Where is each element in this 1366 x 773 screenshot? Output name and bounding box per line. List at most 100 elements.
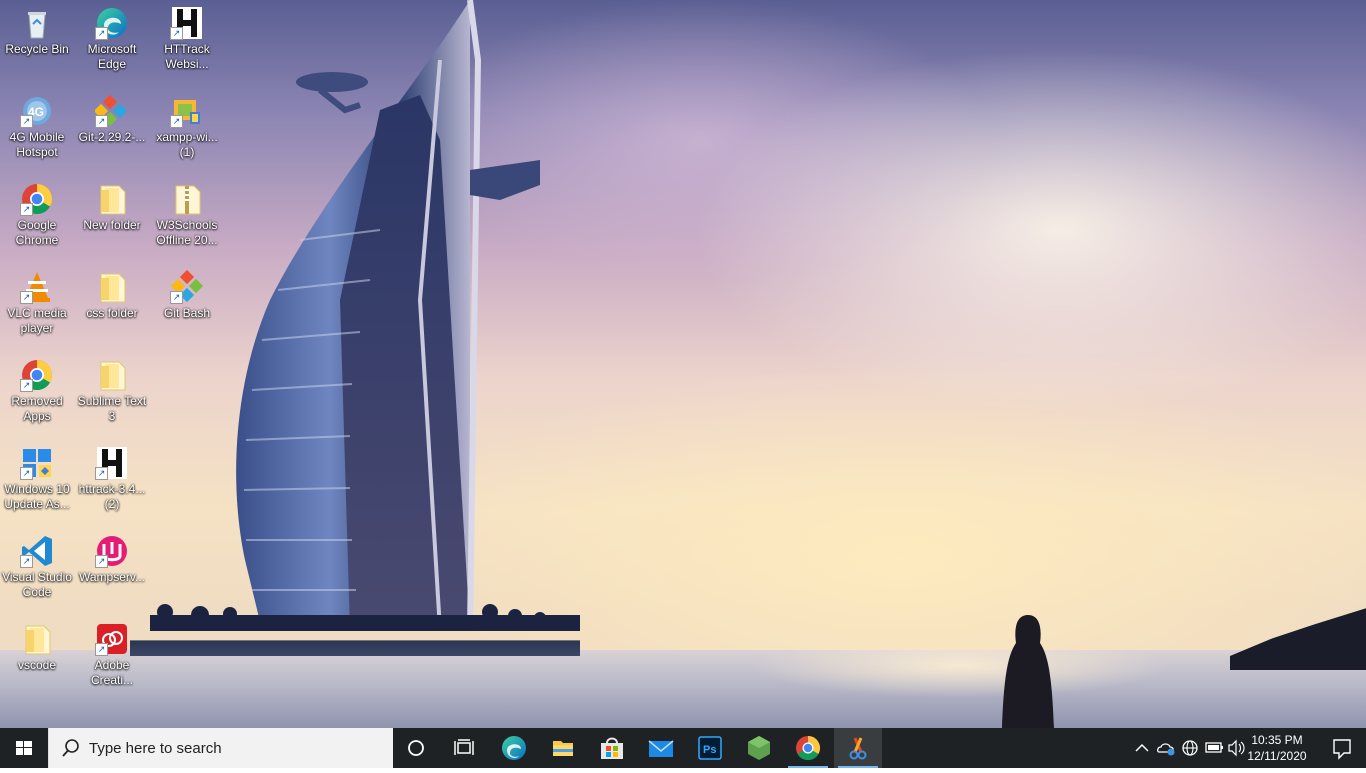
file-explorer-icon bbox=[553, 741, 573, 756]
shortcut-arrow-icon: ↗ bbox=[20, 467, 33, 480]
desktop-icon-wampserv[interactable]: ↗ Wampserv... bbox=[74, 528, 150, 614]
cortana-icon bbox=[408, 740, 424, 756]
store-icon bbox=[601, 737, 623, 759]
desktop-icon-google-chrome[interactable]: ↗ Google Chrome bbox=[0, 176, 75, 262]
chrome-icon: ↗ bbox=[20, 358, 54, 392]
wallpaper-person bbox=[1002, 615, 1054, 728]
vlc-icon: ↗ bbox=[20, 270, 54, 304]
desktop-icon-vscode[interactable]: vscode bbox=[0, 616, 75, 702]
recycle-bin-icon bbox=[20, 6, 54, 40]
taskbar-photoshop[interactable]: Ps bbox=[686, 728, 734, 768]
desktop-icon-label: httrack-3.4... (2) bbox=[78, 482, 146, 511]
shortcut-arrow-icon: ↗ bbox=[170, 27, 183, 40]
desktop-icon-css-folder[interactable]: css folder bbox=[74, 264, 150, 350]
chrome-icon: ↗ bbox=[20, 182, 54, 216]
taskbar: Type here to search Ps 10:35 PM 12/11/20… bbox=[0, 728, 1366, 768]
start-button[interactable] bbox=[0, 728, 48, 768]
httrack-icon: ↗ bbox=[95, 446, 129, 480]
desktop-icon-windows-10-update-as[interactable]: ↗ Windows 10 Update As... bbox=[0, 440, 75, 526]
chrome-icon bbox=[796, 736, 821, 761]
taskbar-clock[interactable]: 10:35 PM 12/11/2020 bbox=[1242, 732, 1312, 764]
shortcut-arrow-icon: ↗ bbox=[20, 115, 33, 128]
folder-icon bbox=[95, 358, 129, 392]
folder-icon bbox=[95, 182, 129, 216]
desktop-icon-label: Wampserv... bbox=[78, 570, 145, 584]
svg-text:Ps: Ps bbox=[703, 744, 716, 756]
desktop-icon-vlc-media-player[interactable]: ↗ VLC media player bbox=[0, 264, 75, 350]
desktop-icon-microsoft-edge[interactable]: ↗ Microsoft Edge bbox=[74, 0, 150, 86]
adobe-cc-icon: ↗ bbox=[95, 622, 129, 656]
snipping-tool-icon bbox=[849, 737, 867, 760]
taskbar-file-explorer[interactable] bbox=[539, 728, 587, 768]
taskbar-mail[interactable] bbox=[637, 728, 685, 768]
folder-icon bbox=[20, 622, 54, 656]
taskbar-node[interactable] bbox=[735, 728, 783, 768]
desktop-icon-label: Adobe Creati... bbox=[90, 658, 133, 687]
desktop-icon-git-bash[interactable]: ↗ Git Bash bbox=[149, 264, 225, 350]
desktop-icon-httrack-3-4-2[interactable]: ↗ httrack-3.4... (2) bbox=[74, 440, 150, 526]
desktop-icon-git-2-29-2[interactable]: ↗ Git-2.29.2-... bbox=[74, 88, 150, 174]
shortcut-arrow-icon: ↗ bbox=[20, 291, 33, 304]
desktop-icon-removed-apps[interactable]: ↗ Removed Apps bbox=[0, 352, 75, 438]
desktop-icon-xampp-wi-1[interactable]: ↗ xampp-wi... (1) bbox=[149, 88, 225, 174]
desktop-icon-label: Removed Apps bbox=[11, 394, 63, 423]
vscode-icon: ↗ bbox=[20, 534, 54, 568]
desktop-icon-recycle-bin[interactable]: Recycle Bin bbox=[0, 0, 75, 86]
taskbar-search-box[interactable]: Type here to search bbox=[48, 728, 393, 768]
shortcut-arrow-icon: ↗ bbox=[95, 467, 108, 480]
desktop-icon-label: vscode bbox=[17, 658, 57, 672]
windows-update-icon: ↗ bbox=[20, 446, 54, 480]
zip-folder-icon bbox=[170, 182, 204, 216]
httrack-icon: ↗ bbox=[170, 6, 204, 40]
tray-battery[interactable] bbox=[1202, 728, 1226, 768]
taskbar-chrome[interactable] bbox=[784, 728, 832, 768]
folder-icon bbox=[95, 270, 129, 304]
shortcut-arrow-icon: ↗ bbox=[95, 555, 108, 568]
shortcut-arrow-icon: ↗ bbox=[170, 115, 183, 128]
desktop-icon-adobe-creati[interactable]: ↗ Adobe Creati... bbox=[74, 616, 150, 702]
show-hidden-icons-button[interactable] bbox=[1130, 728, 1154, 768]
desktop-icon-new-folder[interactable]: New folder bbox=[74, 176, 150, 262]
chevron-up-icon bbox=[1135, 743, 1149, 752]
git-installer-icon: ↗ bbox=[93, 94, 129, 128]
shortcut-arrow-icon: ↗ bbox=[170, 291, 183, 304]
desktop-icon-label: W3Schools Offline 20... bbox=[156, 218, 218, 247]
desktop-icon-label: Google Chrome bbox=[15, 218, 59, 247]
clock-date: 12/11/2020 bbox=[1247, 749, 1307, 763]
taskbar-snipping-tool[interactable] bbox=[834, 728, 882, 768]
taskbar-microsoft-store[interactable] bbox=[588, 728, 636, 768]
desktop-icon-label: Git Bash bbox=[163, 306, 211, 320]
node-icon bbox=[748, 736, 770, 760]
desktop-icon-4g-mobile-hotspot[interactable]: 4G ↗ 4G Mobile Hotspot bbox=[0, 88, 75, 174]
windows-logo-icon bbox=[16, 741, 32, 755]
cloud-sync-icon bbox=[1157, 743, 1175, 756]
desktop-icon-httrack-websi[interactable]: ↗ HTTrack Websi... bbox=[149, 0, 225, 86]
photoshop-icon: Ps bbox=[698, 736, 722, 760]
edge-icon bbox=[502, 736, 526, 760]
cortana-button[interactable] bbox=[392, 728, 440, 768]
shortcut-arrow-icon: ↗ bbox=[95, 27, 108, 40]
task-view-button[interactable] bbox=[440, 728, 488, 768]
wallpaper-sea-glow bbox=[700, 650, 1220, 728]
tray-network[interactable] bbox=[1178, 728, 1202, 768]
shortcut-arrow-icon: ↗ bbox=[20, 203, 33, 216]
xampp-installer-icon: ↗ bbox=[170, 94, 204, 128]
desktop-icon-label: xampp-wi... (1) bbox=[156, 130, 218, 159]
globe-icon bbox=[1182, 740, 1198, 756]
desktop-icon-w3schools-offline-20[interactable]: W3Schools Offline 20... bbox=[149, 176, 225, 262]
desktop-icon-sublime-text-3[interactable]: Sublime Text 3 bbox=[74, 352, 150, 438]
desktop-icon-visual-studio-code[interactable]: ↗ Visual Studio Code bbox=[0, 528, 75, 614]
desktop-icon-label: New folder bbox=[83, 218, 141, 232]
shortcut-arrow-icon: ↗ bbox=[20, 379, 33, 392]
desktop-icon-label: Windows 10 Update As... bbox=[4, 482, 70, 511]
shortcut-arrow-icon: ↗ bbox=[20, 555, 33, 568]
wampserver-icon: ↗ bbox=[95, 534, 129, 568]
action-center-button[interactable] bbox=[1318, 728, 1366, 768]
desktop-icon-label: Sublime Text 3 bbox=[77, 394, 147, 423]
shortcut-arrow-icon: ↗ bbox=[95, 643, 108, 656]
tray-onedrive[interactable] bbox=[1154, 728, 1178, 768]
taskbar-edge[interactable] bbox=[490, 728, 538, 768]
task-view-icon bbox=[454, 739, 474, 755]
battery-icon bbox=[1205, 742, 1223, 753]
desktop-icon-label: css folder bbox=[86, 306, 138, 320]
